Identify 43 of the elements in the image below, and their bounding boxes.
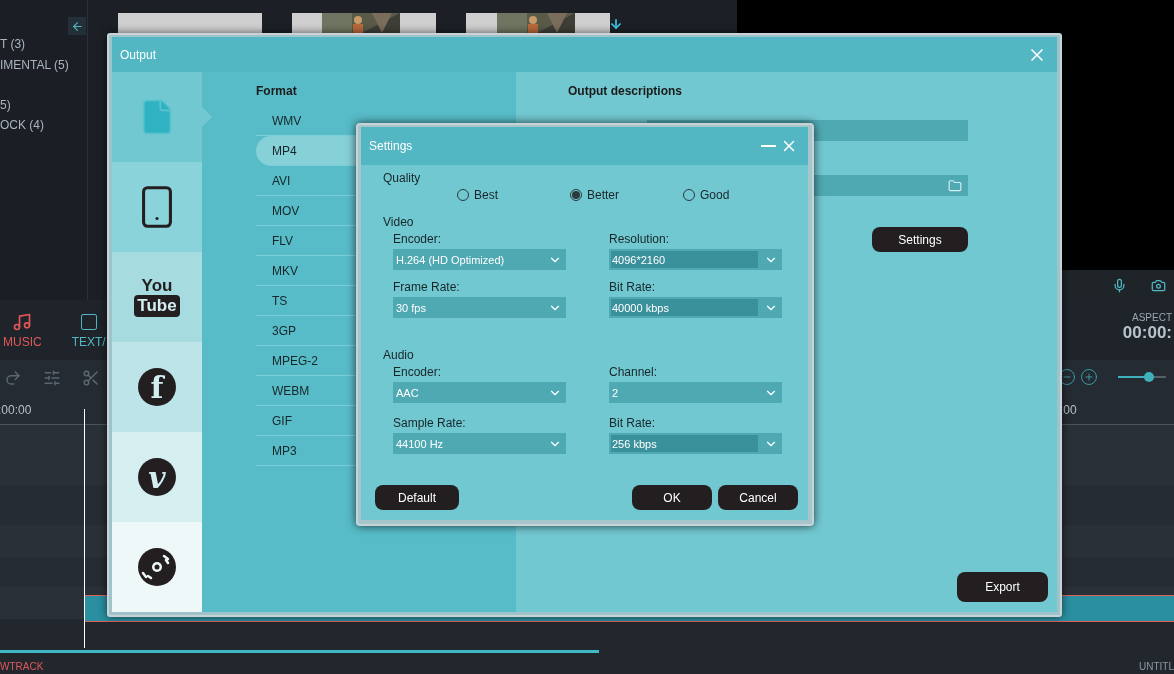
library-item[interactable]: T (3) bbox=[0, 37, 87, 51]
quality-label: Quality bbox=[383, 171, 422, 185]
quality-radio[interactable]: Best bbox=[457, 188, 570, 202]
vimeo-icon: v bbox=[138, 458, 176, 496]
aspect-label: ASPECT bbox=[1132, 312, 1172, 323]
media-tab[interactable]: MUSIC bbox=[3, 311, 42, 349]
dialog-button[interactable]: Default bbox=[375, 485, 459, 510]
facebook-icon: f bbox=[138, 368, 176, 406]
dropdown[interactable]: 4096*2160 bbox=[609, 249, 782, 270]
field-label: Frame Rate: bbox=[393, 280, 461, 294]
youtube-logo: You Tube bbox=[134, 277, 180, 317]
target-tab[interactable]: f bbox=[112, 342, 202, 432]
quality-radio[interactable]: Good bbox=[683, 188, 796, 202]
field-label: Resolution: bbox=[609, 232, 671, 246]
dialog-title: Settings bbox=[369, 139, 414, 153]
section-heading: Audio bbox=[383, 348, 415, 362]
media-tab[interactable]: TEXT/ bbox=[71, 311, 106, 349]
quality-radio[interactable]: Better bbox=[570, 188, 683, 202]
library-item[interactable]: IMENTAL (5) bbox=[0, 58, 87, 72]
library-item[interactable]: OCK (4) bbox=[0, 118, 87, 132]
field-label: Bit Rate: bbox=[609, 416, 657, 430]
dropdown[interactable]: 256 kbps bbox=[609, 433, 782, 454]
timecode: 00:00: bbox=[1122, 323, 1172, 343]
dropdown[interactable]: 40000 kbps bbox=[609, 297, 782, 318]
field-label: Encoder: bbox=[393, 365, 443, 379]
section-heading: Video bbox=[383, 215, 415, 229]
dialog-button[interactable]: OK bbox=[632, 485, 712, 510]
library-item[interactable]: 5) bbox=[0, 98, 87, 112]
descriptions-heading: Output descriptions bbox=[568, 84, 683, 98]
ruler-time: :00 bbox=[1060, 403, 1077, 417]
target-tab[interactable]: v bbox=[112, 432, 202, 522]
track-label: WTRACK bbox=[0, 661, 44, 672]
format-heading: Format bbox=[256, 84, 298, 98]
field-label: Sample Rate: bbox=[393, 416, 467, 430]
field-label: Channel: bbox=[609, 365, 659, 379]
export-button[interactable]: Export bbox=[957, 572, 1048, 602]
settings-button[interactable]: Settings bbox=[872, 227, 968, 252]
field-label: Bit Rate: bbox=[609, 280, 657, 294]
dialog-title: Output bbox=[120, 47, 158, 62]
project-title: UNTITL bbox=[1139, 661, 1174, 672]
dialog-button[interactable]: Cancel bbox=[718, 485, 798, 510]
target-tab[interactable]: You Tube bbox=[112, 252, 202, 342]
field-label: Encoder: bbox=[393, 232, 443, 246]
